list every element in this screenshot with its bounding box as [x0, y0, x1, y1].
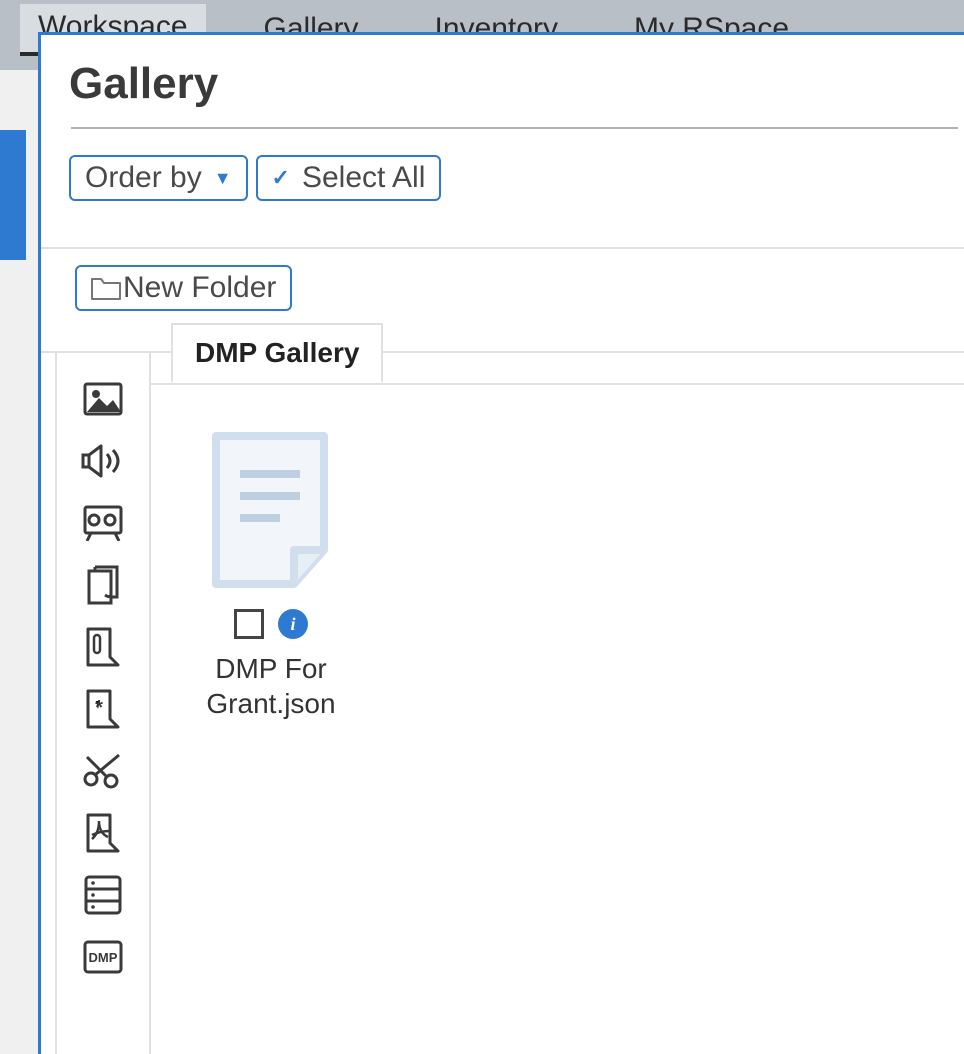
sidebar-video-icon[interactable]	[81, 501, 125, 545]
new-folder-button[interactable]: New Folder	[75, 265, 292, 311]
gallery-modal: Gallery Order by ▼ ✓ Select All New Fold…	[38, 32, 964, 1054]
sidebar-filestores-icon[interactable]	[81, 873, 125, 917]
select-all-button[interactable]: ✓ Select All	[256, 155, 442, 201]
modal-title: Gallery	[41, 35, 964, 127]
checkmark-icon: ✓	[272, 167, 290, 189]
file-name-label: DMP For Grant.json	[206, 651, 335, 721]
sidebar-images-icon[interactable]	[81, 377, 125, 421]
sidebar-chemistry-icon[interactable]	[81, 625, 125, 669]
order-by-dropdown[interactable]: Order by ▼	[69, 155, 248, 201]
gallery-main: * DMP DMP Gallery	[55, 353, 964, 1054]
file-tile[interactable]: i DMP For Grant.json	[181, 425, 361, 721]
sidebar-dmp-icon[interactable]: DMP	[81, 935, 125, 979]
gallery-sidebar: * DMP	[55, 353, 151, 1054]
sidebar-pdf-icon[interactable]	[81, 811, 125, 855]
gallery-file-grid: i DMP For Grant.json	[151, 383, 964, 761]
folder-icon	[91, 277, 121, 299]
file-select-checkbox[interactable]	[234, 609, 264, 639]
svg-text:*: *	[95, 697, 103, 719]
file-meta-row: i	[234, 609, 308, 639]
left-accent-stripe	[0, 130, 26, 260]
gallery-toolbar: Order by ▼ ✓ Select All	[38, 129, 964, 249]
new-folder-label: New Folder	[123, 273, 276, 303]
sidebar-documents-icon[interactable]	[81, 563, 125, 607]
content-tab[interactable]: DMP Gallery	[171, 323, 383, 383]
gallery-content: DMP Gallery i	[151, 353, 964, 1054]
sidebar-snippets-icon[interactable]	[81, 749, 125, 793]
select-all-label: Select All	[302, 163, 425, 193]
svg-text:DMP: DMP	[89, 950, 118, 965]
sidebar-audio-icon[interactable]	[81, 439, 125, 483]
chevron-down-icon: ▼	[214, 169, 232, 187]
sidebar-misc-icon[interactable]: *	[81, 687, 125, 731]
file-info-button[interactable]: i	[278, 609, 308, 639]
file-document-icon	[196, 425, 346, 595]
order-by-label: Order by	[85, 163, 202, 193]
